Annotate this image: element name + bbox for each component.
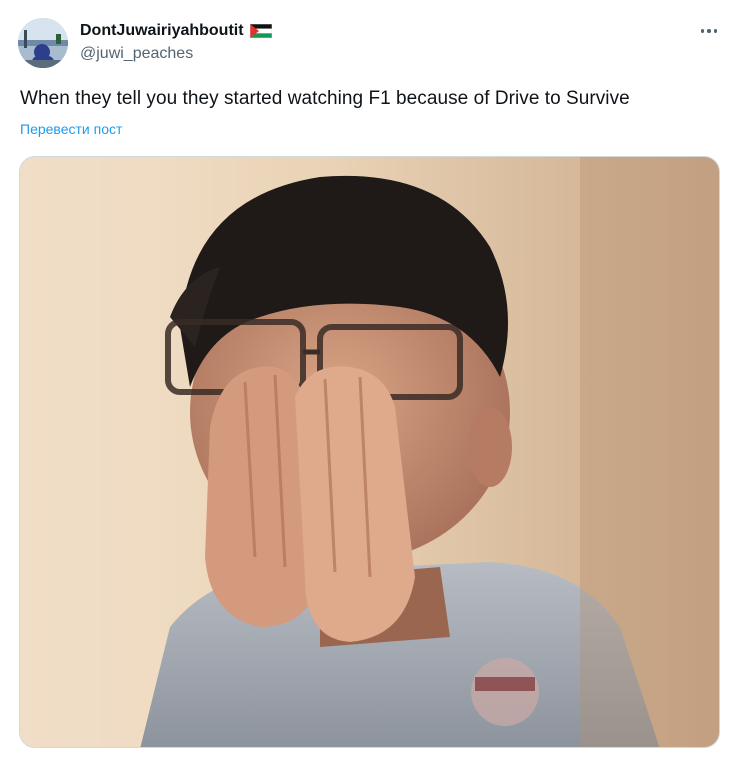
tweet-text: When they tell you they started watching… [20,88,630,109]
palestine-flag-icon [249,23,272,39]
avatar[interactable] [18,18,68,68]
more-horizontal-icon[interactable] [694,18,724,44]
user-handle[interactable]: @juwi_peaches [80,45,272,63]
user-block: DontJuwairiyahboutit @juwi_peaches [80,20,272,63]
tweet-media[interactable] [19,156,720,748]
display-name[interactable]: DontJuwairiyahboutit [80,22,244,40]
avatar-image [18,18,68,68]
tweet-card: DontJuwairiyahboutit @juwi_peaches When … [0,0,730,765]
meme-photo [20,157,719,747]
display-name-row: DontJuwairiyahboutit [80,20,272,42]
translate-post-link[interactable]: Перевести пост [20,121,122,137]
